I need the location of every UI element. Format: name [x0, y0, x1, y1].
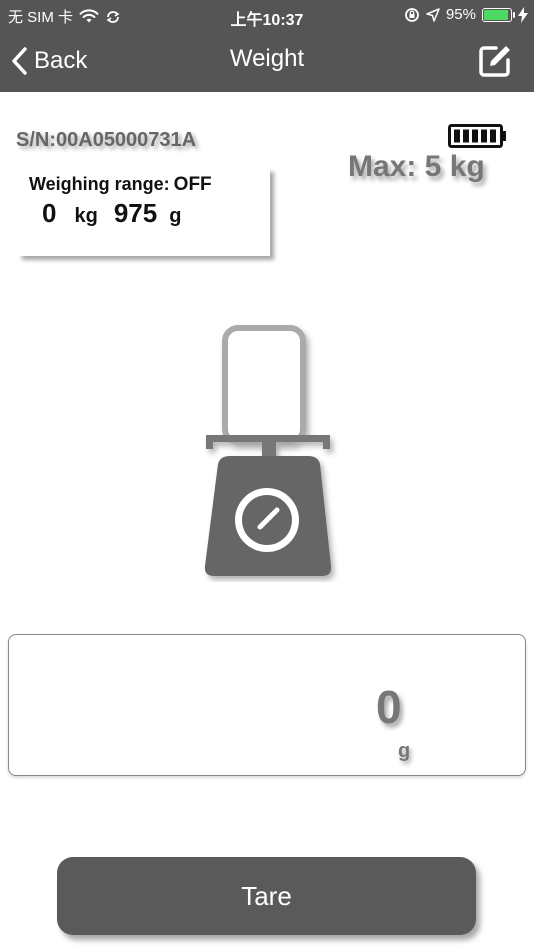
- weight-display: [8, 634, 526, 776]
- serial-number: S/N:00A05000731A: [16, 129, 197, 151]
- tare-button[interactable]: Tare: [57, 857, 476, 935]
- max-capacity: Max: 5 kg: [348, 150, 485, 183]
- status-right: 95%: [404, 6, 528, 23]
- range-header: Weighing range: OFF: [29, 174, 212, 196]
- range-g-unit: g: [169, 205, 182, 227]
- page-title: Weight: [229, 45, 305, 72]
- range-kg-value: 0: [42, 198, 57, 228]
- weight-reading: 0: [376, 681, 402, 733]
- range-g-value: 975: [113, 198, 158, 228]
- orientation-lock-icon: [405, 7, 419, 22]
- weight-unit: g: [398, 740, 411, 762]
- range-values: 0 kg 975 g: [42, 198, 181, 229]
- range-kg-unit: kg: [74, 205, 98, 227]
- location-arrow-icon: [426, 7, 440, 22]
- scale-icon: [204, 325, 332, 576]
- status-bar: 无 SIM 卡 上午10:37 95%: [0, 0, 534, 30]
- device-battery-icon: [448, 124, 506, 148]
- battery-percent: 95%: [445, 6, 476, 23]
- status-battery-fill: [484, 9, 508, 20]
- status-battery-icon: [482, 7, 515, 22]
- range-state: OFF: [173, 174, 212, 195]
- range-label: Weighing range:: [29, 174, 170, 194]
- charging-bolt-icon: [518, 6, 528, 23]
- weighing-range-card: Weighing range: OFF 0 kg 975 g: [18, 168, 270, 256]
- nav-bar: Back Weight: [0, 30, 534, 92]
- edit-button[interactable]: [478, 44, 512, 78]
- edit-icon: [479, 46, 510, 77]
